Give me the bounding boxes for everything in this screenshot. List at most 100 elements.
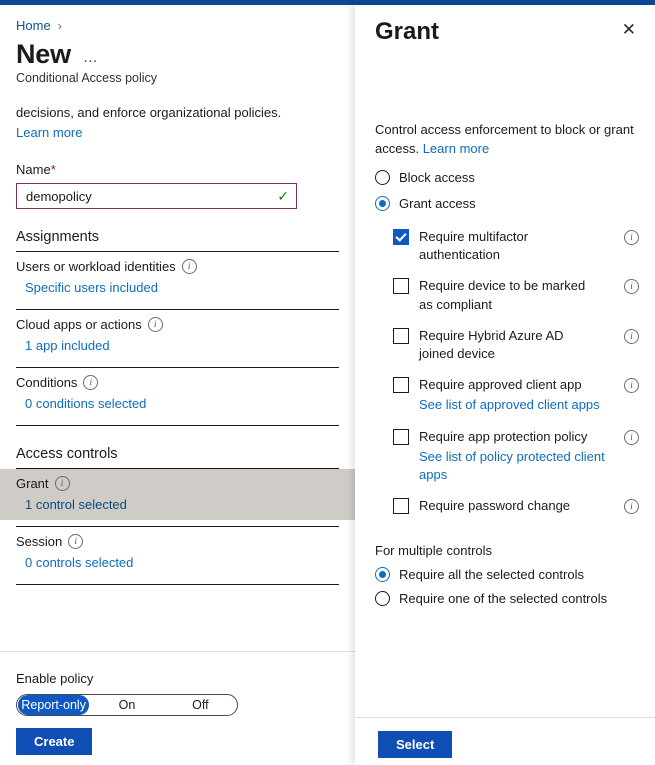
radio-icon[interactable] [375,170,390,186]
info-icon[interactable]: i [624,378,639,394]
checkbox-icon[interactable] [393,498,409,515]
required-marker: * [50,162,56,178]
control-label: Require Hybrid Azure AD joined device [419,327,564,362]
checkbox-icon[interactable] [393,229,409,246]
assignment-row-users[interactable]: Users or workload identities i Specific … [16,252,339,303]
info-icon[interactable]: i [624,328,639,344]
grant-controls-list: Require multifactor authentication i Req… [375,228,639,515]
assignment-row-conditions[interactable]: Conditions i 0 conditions selected [16,368,339,419]
info-icon[interactable]: i [147,317,163,333]
control-require-mfa[interactable]: Require multifactor authentication i [393,228,639,264]
control-label: Require device to be marked as compliant [419,278,586,312]
access-control-row-value[interactable]: 0 controls selected [25,555,339,570]
approved-client-apps-link[interactable]: See list of approved client apps [419,396,609,414]
info-icon[interactable]: i [624,429,639,445]
assignment-row-title: Cloud apps or actions i [16,317,339,333]
name-label-text: Name [16,162,51,178]
grant-description-text: Control access enforcement to block or g… [375,122,634,157]
page-description: decisions, and enforce organizational po… [16,104,339,143]
control-require-compliant-device[interactable]: Require device to be marked as compliant… [393,277,639,313]
radio-require-one-control[interactable]: Require one of the selected controls [375,591,639,607]
create-button[interactable]: Create [16,728,93,755]
name-input-wrapper: ✓ [16,183,297,210]
radio-icon[interactable] [375,591,390,607]
control-require-hybrid-joined-device[interactable]: Require Hybrid Azure AD joined device i [393,327,639,363]
control-label: Require multifactor authentication [419,229,529,263]
assignment-row-value[interactable]: Specific users included [25,280,339,295]
grant-panel: Grant ✕ Control access enforcement to bl… [355,5,655,765]
assignment-row-title: Conditions i [16,375,339,391]
info-icon[interactable]: i [624,230,639,246]
access-control-title-text: Session [16,534,63,550]
name-field-label: Name* [16,162,339,177]
assignment-row-value[interactable]: 0 conditions selected [25,396,339,411]
name-input[interactable] [26,188,278,204]
page-title-row: New … [16,39,339,69]
control-label: Require password change [419,498,571,514]
enable-policy-label: Enable policy [16,671,94,686]
info-icon[interactable]: i [181,259,197,275]
assignment-title-text: Conditions [16,375,78,391]
assignment-row-title: Users or workload identities i [16,259,339,275]
multiple-controls-heading: For multiple controls [375,543,493,559]
chevron-right-icon: › [57,18,62,33]
toggle-option-report-only[interactable]: Report-only [18,695,90,715]
control-require-app-protection-policy[interactable]: Require app protection policy i See list… [393,428,639,485]
learn-more-link[interactable]: Learn more [16,124,339,143]
breadcrumb-home-link[interactable]: Home [16,18,51,33]
info-icon[interactable]: i [624,499,639,515]
access-controls-heading: Access controls [16,446,118,463]
checkbox-icon[interactable] [393,377,409,394]
grant-panel-title: Grant [375,18,440,45]
radio-block-access-label: Block access [399,170,475,186]
multiple-controls-radios: Require all the selected controls Requir… [375,567,639,607]
control-require-password-change[interactable]: Require password change i [393,497,639,515]
page-title: New [16,39,71,69]
policy-form-footer: Enable policy Report-only On Off Create [0,651,355,755]
panel-learn-more-link[interactable]: Learn more [423,141,489,156]
breadcrumb: Home › [16,18,339,33]
control-label: Require app protection policy [419,428,588,444]
access-control-title-text: Grant [16,476,49,492]
checkbox-icon[interactable] [393,327,409,344]
access-control-row-session[interactable]: Session i 0 controls selected [16,527,339,578]
toggle-option-off[interactable]: Off [165,695,236,715]
access-control-row-value[interactable]: 1 control selected [25,497,339,512]
page-subtitle: Conditional Access policy [16,71,158,86]
access-control-row-title: Session i [16,534,339,550]
policy-protected-client-apps-link[interactable]: See list of policy protected client apps [419,448,609,484]
more-options-icon[interactable]: … [83,42,99,66]
assignment-title-text: Users or workload identities [16,259,176,275]
assignment-title-text: Cloud apps or actions [16,317,142,333]
info-icon[interactable]: i [83,375,99,391]
select-button[interactable]: Select [378,731,453,758]
control-require-approved-client-app[interactable]: Require approved client app i See list o… [393,376,639,414]
divider [16,425,339,427]
radio-icon[interactable] [375,567,390,583]
control-label: Require approved client app [419,377,582,393]
grant-panel-description: Control access enforcement to block or g… [375,121,639,159]
assignment-row-value[interactable]: 1 app included [25,338,339,353]
info-icon[interactable]: i [54,476,70,492]
enable-policy-toggle[interactable]: Report-only On Off [16,694,238,716]
info-icon[interactable]: i [624,279,639,295]
radio-require-all-label: Require all the selected controls [399,567,584,583]
divider [16,584,339,586]
radio-require-all-controls[interactable]: Require all the selected controls [375,567,639,583]
radio-grant-access-label: Grant access [399,196,476,212]
radio-icon[interactable] [375,196,390,212]
radio-grant-access[interactable]: Grant access [375,196,639,212]
checkbox-icon[interactable] [393,428,409,445]
grant-panel-header: Grant ✕ [355,5,655,45]
grant-panel-footer: Select [355,717,655,758]
access-control-row-grant[interactable]: Grant i 1 control selected [0,469,355,521]
close-icon[interactable]: ✕ [619,19,639,42]
assignment-row-cloud-apps[interactable]: Cloud apps or actions i 1 app included [16,310,339,361]
page-description-text: decisions, and enforce organizational po… [16,105,282,121]
radio-require-one-label: Require one of the selected controls [399,591,608,607]
radio-block-access[interactable]: Block access [375,170,639,186]
toggle-option-on[interactable]: On [91,695,162,715]
checkbox-icon[interactable] [393,278,409,295]
info-icon[interactable]: i [68,534,84,550]
assignments-heading: Assignments [16,229,100,246]
